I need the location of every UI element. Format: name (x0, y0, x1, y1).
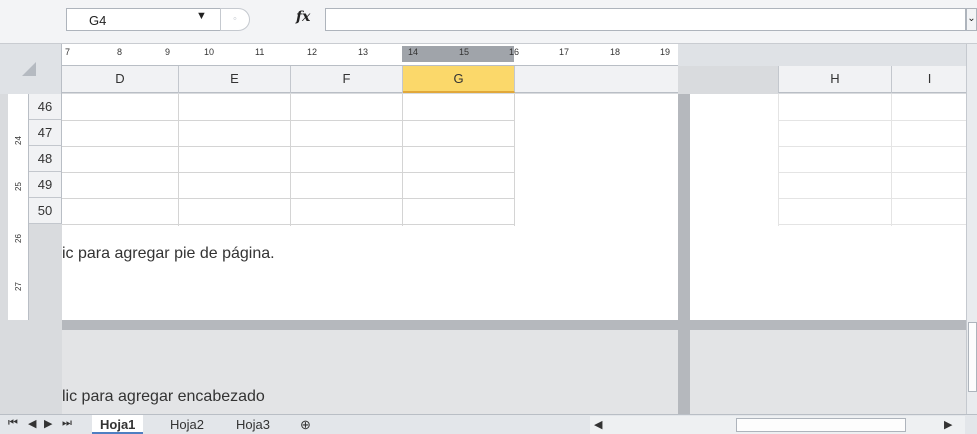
chevron-down-icon[interactable]: ▼ (196, 10, 207, 22)
footer-placeholder[interactable]: ic para agregar pie de página. (62, 245, 275, 263)
horizontal-scrollbar[interactable]: ◀ ▶ (590, 416, 965, 434)
ruler-tick: 7 (65, 47, 71, 57)
vertical-ruler: 24 25 26 27 (8, 94, 29, 320)
page-separator (62, 320, 678, 330)
gridline (62, 224, 514, 225)
row-header-47[interactable]: 47 (29, 120, 62, 146)
horizontal-ruler: 7 8 9 10 11 12 13 14 15 16 17 18 19 (62, 44, 678, 66)
ruler-tick: 10 (204, 47, 215, 57)
right-page-grid (778, 94, 966, 226)
tab-hoja3[interactable]: Hoja3 (228, 415, 278, 434)
first-sheet-icon[interactable]: ⏮ (8, 417, 18, 430)
cancel-icon[interactable]: ◦ (220, 8, 250, 31)
gridline (62, 172, 514, 173)
column-header-e[interactable]: E (179, 66, 291, 93)
horizontal-scroll-thumb[interactable] (736, 418, 906, 432)
gridline (290, 94, 291, 226)
ruler-tick: 11 (255, 47, 265, 57)
ruler-tick: 9 (165, 47, 171, 57)
row-header-46[interactable]: 46 (29, 94, 62, 120)
ruler-tick: 18 (610, 47, 621, 57)
column-header-h[interactable]: H (779, 66, 892, 93)
column-header-f[interactable]: F (291, 66, 403, 93)
insert-function-button[interactable]: fx (296, 9, 310, 25)
formula-bar: G4 ▼ ◦ fx ⌄ (0, 0, 977, 44)
page-separator-vertical (678, 94, 690, 414)
column-headers-right: H I (778, 66, 966, 93)
formula-input[interactable] (325, 8, 966, 31)
scroll-left-icon[interactable]: ◀ (594, 418, 602, 431)
ruler-tick: 13 (358, 47, 369, 57)
vruler-tick: 25 (13, 182, 23, 191)
gridline (178, 94, 179, 226)
row-header-49[interactable]: 49 (29, 172, 62, 198)
gridline (514, 94, 515, 226)
column-header-d[interactable]: D (62, 66, 179, 93)
ruler-gap (678, 44, 977, 66)
page-layout-page-right (690, 94, 966, 320)
expand-formula-bar-icon[interactable]: ⌄ (966, 8, 977, 31)
vruler-tick: 27 (13, 282, 23, 291)
vruler-tick: 26 (13, 234, 23, 243)
gridline (891, 94, 892, 226)
scroll-right-icon[interactable]: ▶ (944, 418, 952, 431)
ruler-tick: 17 (559, 47, 570, 57)
gridline (778, 198, 966, 199)
page-layout-page: ic para agregar pie de página. (62, 94, 678, 320)
tab-hoja2[interactable]: Hoja2 (162, 415, 212, 434)
ruler-tick: 16 (509, 47, 520, 57)
vruler-tick: 24 (13, 136, 23, 145)
select-all-icon (22, 62, 36, 76)
ruler-tick: 14 (408, 47, 419, 57)
ruler-tick: 8 (117, 47, 123, 57)
column-header-g[interactable]: G (403, 66, 515, 93)
page-separator-right (690, 320, 966, 330)
gridline (778, 224, 966, 225)
header-placeholder[interactable]: lic para agregar encabezado (62, 388, 265, 406)
gridline (62, 146, 514, 147)
gridline (62, 198, 514, 199)
prev-sheet-icon[interactable]: ◀ (28, 417, 36, 430)
last-sheet-icon[interactable]: ⏭ (62, 417, 72, 430)
vertical-scrollbar[interactable] (966, 44, 977, 414)
gridline (402, 94, 403, 226)
page-layout-page-right-next (690, 330, 966, 414)
ruler-tick: 12 (307, 47, 318, 57)
gridline (778, 146, 966, 147)
tab-hoja1[interactable]: Hoja1 (92, 415, 144, 434)
gridline (778, 120, 966, 121)
page-layout-page-next: lic para agregar encabezado (62, 330, 678, 414)
next-sheet-icon[interactable]: ▶ (44, 417, 52, 430)
column-header-i[interactable]: I (892, 66, 967, 93)
row-header-50[interactable]: 50 (29, 198, 62, 224)
ruler-tick: 19 (660, 47, 671, 57)
name-box-value: G4 (89, 13, 107, 28)
gridline (62, 120, 514, 121)
vertical-scroll-thumb[interactable] (968, 322, 977, 392)
select-all-corner[interactable] (0, 44, 62, 94)
ruler-tick: 15 (459, 47, 470, 57)
ruler-selection-shade (402, 46, 514, 62)
gridline (778, 172, 966, 173)
sheet-tab-bar: ⏮ ◀ ▶ ⏭ Hoja1 Hoja2 Hoja3 ⊕ ◀ ▶ (0, 414, 977, 434)
gridline (778, 94, 779, 226)
insert-sheet-icon[interactable]: ⊕ (300, 417, 311, 433)
column-headers: D E F G (62, 66, 678, 93)
row-header-48[interactable]: 48 (29, 146, 62, 172)
